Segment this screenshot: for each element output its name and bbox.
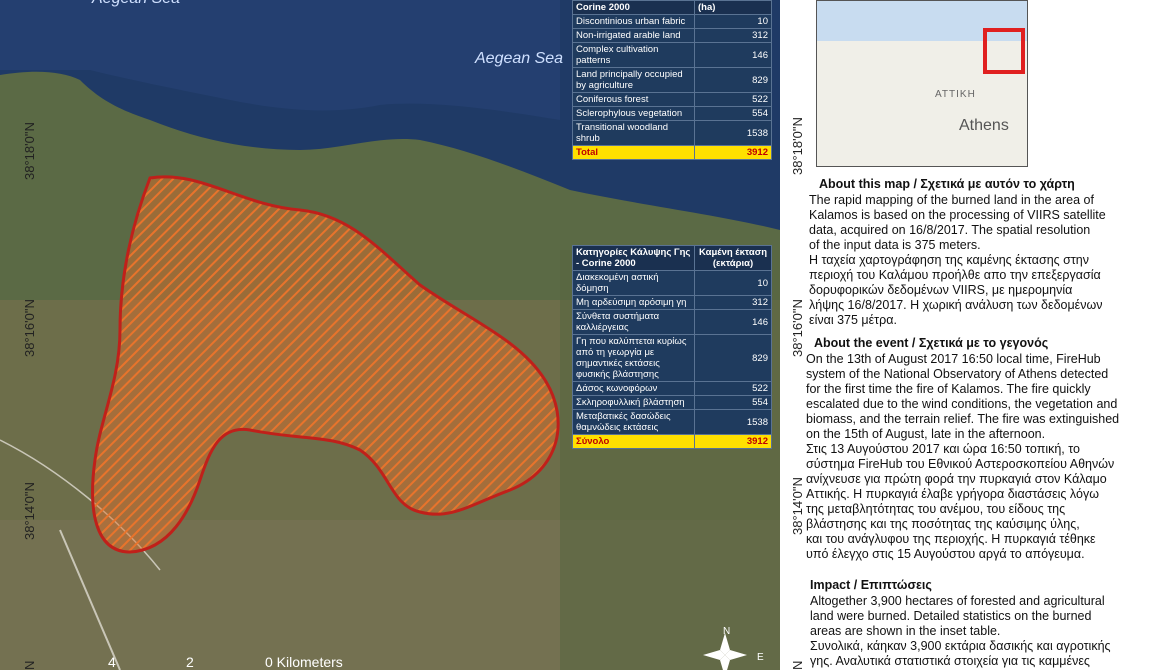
table-row: Μη αρδεύσιμη αρόσιμη γη 312 <box>572 295 772 310</box>
impact-heading: Impact / Επιπτώσεις <box>810 578 932 592</box>
table-row: Land principally occupied by agriculture… <box>572 67 772 93</box>
cell-name: Μεταβατικές δασώδεις θαμνώδεις εκτάσεις <box>572 409 695 435</box>
cell-name: Μη αρδεύσιμη αρόσιμη γη <box>572 295 695 310</box>
lat-label-right-bottom: N <box>790 660 805 670</box>
table-row: Discontinious urban fabric 10 <box>572 14 772 29</box>
about-map-text: The rapid mapping of the burned land in … <box>809 193 1106 327</box>
lat-label-18: 38°18'0"N <box>22 122 37 180</box>
lat-label-right-14: 38°14'0"N <box>790 477 805 535</box>
table-row: Δάσος κωνοφόρων 522 <box>572 381 772 396</box>
cell-value: 10 <box>694 270 772 296</box>
inset-city-label: Athens <box>959 117 1009 134</box>
table-row: Σύνθετα συστήματα καλλιέργειας 146 <box>572 309 772 335</box>
cell-name: Σκληροφυλλική βλάστηση <box>572 395 695 410</box>
cell-name: Land principally occupied by agriculture <box>572 67 695 93</box>
table-row: Sclerophylous vegetation 554 <box>572 106 772 121</box>
cell-name: Transitional woodland shrub <box>572 120 695 146</box>
table-row: Διακεκομένη αστική δόμηση 10 <box>572 270 772 296</box>
table-row: Σκληροφυλλική βλάστηση 554 <box>572 395 772 410</box>
cell-name: Δάσος κωνοφόρων <box>572 381 695 396</box>
compass-n-label: N <box>723 626 731 637</box>
cell-value: 1538 <box>694 409 772 435</box>
cell-value: 1538 <box>694 120 772 146</box>
lat-label-right-18: 38°18'0"N <box>790 117 805 175</box>
scale-tick-2: 2 <box>186 654 194 670</box>
sea-label-top: Aegean Sea <box>92 0 180 8</box>
cell-total-value: 3912 <box>694 434 772 449</box>
table-row: Transitional woodland shrub 1538 <box>572 120 772 146</box>
cell-name: Complex cultivation patterns <box>572 42 695 68</box>
table-header-row: Κατηγορίες Κάλυψης Γης - Corine 2000 Καμ… <box>572 245 772 271</box>
col-header: Κατηγορίες Κάλυψης Γης - Corine 2000 <box>572 245 695 271</box>
cell-value: 829 <box>694 67 772 93</box>
lat-label-16: 38°16'0"N <box>22 299 37 357</box>
col-header: Καμένη έκταση (εκτάρια) <box>694 245 772 271</box>
cell-value: 10 <box>694 14 772 29</box>
scale-tick-4: 4 <box>108 654 116 670</box>
table-row: Coniferous forest 522 <box>572 92 772 107</box>
inset-region-label: ΑΤΤΙΚΗ <box>935 89 976 100</box>
inset-locator-map: ΑΤΤΙΚΗ Athens <box>816 0 1028 167</box>
about-event-text: On the 13th of August 2017 16:50 local t… <box>806 352 1120 561</box>
col-header: (ha) <box>694 0 772 15</box>
cell-name: Coniferous forest <box>572 92 695 107</box>
cell-value: 146 <box>694 309 772 335</box>
cell-value: 554 <box>694 395 772 410</box>
cell-name: Γη που καλύπτεται κυρίως από τη γεωργία … <box>572 334 695 382</box>
sea-label: Aegean Sea <box>475 50 564 67</box>
stats-table-en: Corine 2000 (ha) Discontinious urban fab… <box>572 0 772 160</box>
cell-value: 522 <box>694 381 772 396</box>
cell-total-value: 3912 <box>694 145 772 160</box>
inset-extent-box <box>983 28 1025 74</box>
cell-name: Σύνθετα συστήματα καλλιέργειας <box>572 309 695 335</box>
table-row: Non-irrigated arable land 312 <box>572 28 772 43</box>
impact-text: Altogether 3,900 hectares of forested an… <box>810 594 1111 668</box>
cell-value: 312 <box>694 28 772 43</box>
table-total-row: Total 3912 <box>572 145 772 160</box>
table-row: Complex cultivation patterns 146 <box>572 42 772 68</box>
compass-e-label: E <box>757 652 764 663</box>
table-header-row: Corine 2000 (ha) <box>572 0 772 15</box>
about-event-heading: About the event / Σχετικά με το γεγονός <box>814 336 1049 350</box>
about-map-heading: About this map / Σχετικά με αυτόν το χάρ… <box>819 177 1075 191</box>
cell-name: Διακεκομένη αστική δόμηση <box>572 270 695 296</box>
satellite-map[interactable]: Aegean Sea Aegean Sea 38°18'0"N 38°16'0"… <box>0 0 780 670</box>
cell-value: 829 <box>694 334 772 382</box>
scale-tick-0: 0 Kilometers <box>265 654 343 670</box>
stats-table-gr: Κατηγορίες Κάλυψης Γης - Corine 2000 Καμ… <box>572 245 772 449</box>
cell-value: 146 <box>694 42 772 68</box>
cell-name: Discontinious urban fabric <box>572 14 695 29</box>
col-header: Corine 2000 <box>572 0 695 15</box>
cell-value: 522 <box>694 92 772 107</box>
cell-value: 554 <box>694 106 772 121</box>
table-row: Γη που καλύπτεται κυρίως από τη γεωργία … <box>572 334 772 382</box>
cell-name: Sclerophylous vegetation <box>572 106 695 121</box>
cell-name: Non-irrigated arable land <box>572 28 695 43</box>
lat-label-14: 38°14'0"N <box>22 482 37 540</box>
cell-total-label: Total <box>572 145 695 160</box>
table-total-row: Σύνολο 3912 <box>572 434 772 449</box>
lat-label-right-16: 38°16'0"N <box>790 299 805 357</box>
cell-total-label: Σύνολο <box>572 434 695 449</box>
table-row: Μεταβατικές δασώδεις θαμνώδεις εκτάσεις 1… <box>572 409 772 435</box>
lat-label-bottom: N <box>22 660 37 670</box>
cell-value: 312 <box>694 295 772 310</box>
